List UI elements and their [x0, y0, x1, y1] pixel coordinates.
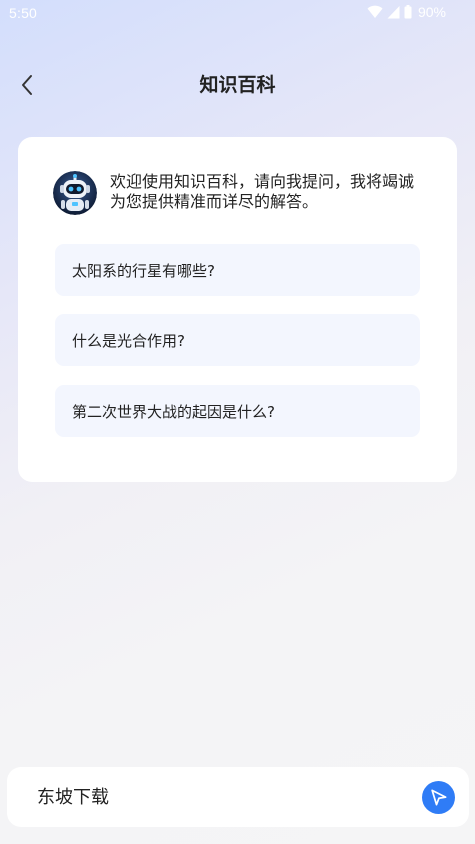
header: 知识百科: [0, 60, 475, 108]
suggestion-label: 什么是光合作用?: [72, 331, 185, 350]
suggestion-label: 第二次世界大战的起因是什么?: [72, 402, 275, 421]
suggestion-item[interactable]: 太阳系的行星有哪些?: [55, 244, 420, 296]
suggestion-item[interactable]: 第二次世界大战的起因是什么?: [55, 385, 420, 437]
status-time: 5:50: [9, 5, 38, 21]
paper-plane-icon: [431, 789, 447, 806]
robot-avatar: [53, 171, 97, 215]
suggestion-item[interactable]: 什么是光合作用?: [55, 314, 420, 366]
send-button[interactable]: [422, 781, 455, 814]
wifi-icon: [367, 5, 383, 18]
status-icons: 90%: [367, 4, 446, 20]
page-title: 知识百科: [199, 74, 276, 96]
robot-icon: [53, 171, 97, 215]
battery-icon: [404, 5, 412, 19]
suggestion-label: 太阳系的行星有哪些?: [72, 261, 215, 280]
chat-input-bar: [7, 767, 469, 827]
battery-percentage: 90%: [417, 4, 446, 20]
signal-icon: [387, 6, 400, 19]
welcome-card: 欢迎使用知识百科，请向我提问，我将竭诚为您提供精准而详尽的解答。 太阳系的行星有…: [18, 137, 457, 482]
message-input[interactable]: [25, 777, 429, 817]
welcome-message: 欢迎使用知识百科，请向我提问，我将竭诚为您提供精准而详尽的解答。: [110, 172, 415, 211]
status-bar: 5:50 90%: [0, 0, 475, 26]
